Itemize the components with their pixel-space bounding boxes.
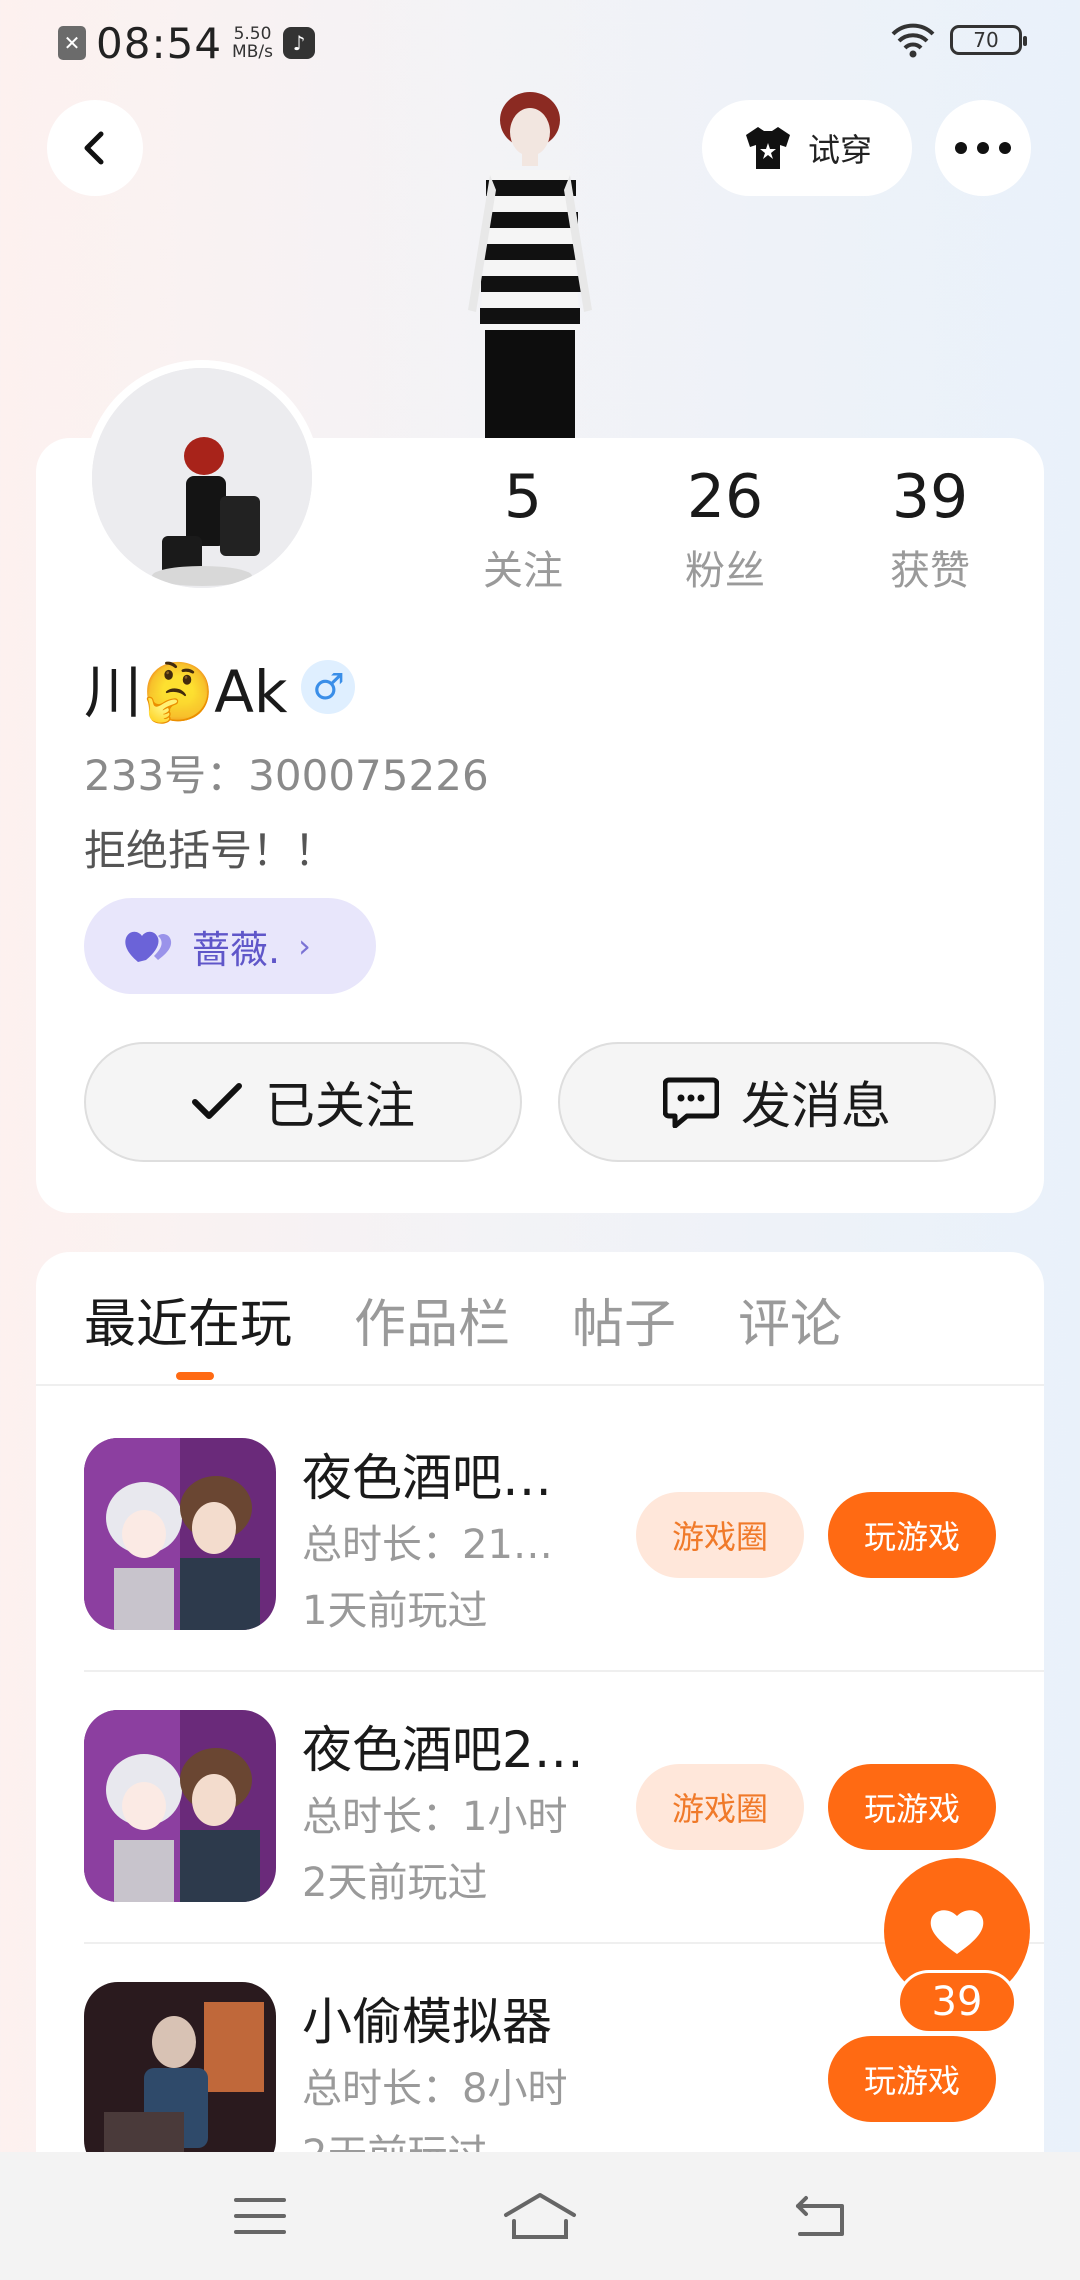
menu-icon[interactable] [220,2186,300,2246]
tab-posts[interactable]: 帖子 [572,1282,676,1357]
username-row: 川🤔Ak ♂ [84,645,356,729]
game-row[interactable]: 夜色酒吧… 总时长：21… 1天前玩过 游戏圈 玩游戏 [84,1438,1044,1634]
game-duration: 总时长：21… [302,1522,553,1568]
tab-works[interactable]: 作品栏 [354,1282,510,1357]
play-game-button[interactable]: 玩游戏 [828,1492,996,1578]
user-bio: 拒绝括号！！ [84,826,337,875]
chevron-left-icon [84,131,104,165]
send-message-button[interactable]: 发消息 [558,1042,996,1162]
tab-divider [36,1384,1044,1386]
game-icon-night-bar-2[interactable] [84,1710,276,1902]
stat-following-value: 5 [503,462,543,532]
back-button[interactable] [47,100,143,196]
row-divider [84,1670,1044,1672]
battery-level: 70 [973,28,999,52]
heart-icon [930,1910,984,1954]
avatar[interactable] [84,360,320,596]
male-gender-icon: ♂ [301,660,356,714]
like-count-badge: 39 [897,1970,1017,2034]
active-tab-indicator [176,1372,214,1380]
game-icon-night-bar[interactable] [84,1438,276,1630]
stat-fans-label: 粉丝 [685,548,765,594]
play-game-button[interactable]: 玩游戏 [828,2036,996,2122]
stat-fans-value: 26 [686,462,764,532]
game-duration: 总时长：1小时 [302,1794,568,1840]
game-title: 小偷模拟器 [302,1993,552,2051]
tab-comments[interactable]: 评论 [738,1282,842,1357]
game-last-played: 2天前玩过 [302,1860,488,1906]
tiktok-icon: ♪ [282,27,315,59]
system-nav-bar [0,2152,1080,2280]
avatar-character-illustration [430,80,630,440]
status-left: ✕ 08:54 5.50 MB/s ♪ [58,18,315,68]
network-speed-value: 5.50 [233,24,272,44]
send-message-label: 发消息 [741,1077,891,1135]
network-speed: 5.50 MB/s [232,25,273,61]
game-title: 夜色酒吧2… [302,1721,584,1779]
game-circle-button[interactable]: 游戏圈 [636,1764,804,1850]
username: 川🤔Ak [84,658,288,726]
network-speed-unit: MB/s [232,42,273,62]
back-nav-icon[interactable] [780,2186,860,2246]
game-row[interactable]: 夜色酒吧2… 总时长：1小时 2天前玩过 游戏圈 玩游戏 [84,1710,1044,1906]
user-id: 233号：300075226 [84,751,489,800]
tshirt-icon [745,127,790,169]
stat-following[interactable]: 5 关注 [443,462,603,596]
play-game-button[interactable]: 玩游戏 [828,1764,996,1850]
stat-fans[interactable]: 26 粉丝 [645,462,805,596]
partner-name: 蔷薇. [192,927,281,972]
more-options-button[interactable] [935,100,1031,196]
chat-bubble-icon [663,1077,719,1128]
status-bar: ✕ 08:54 5.50 MB/s ♪ 70 [0,0,1080,90]
more-dots-icon [955,142,1011,154]
tab-recently-playing[interactable]: 最近在玩 [84,1282,292,1357]
battery-icon: 70 [950,25,1027,55]
try-on-button[interactable]: 试穿 [702,100,912,196]
checkmark-icon [192,1083,242,1119]
game-title: 夜色酒吧… [302,1449,552,1507]
followed-button[interactable]: 已关注 [84,1042,522,1162]
wifi-icon [891,23,935,58]
notification-icon: ✕ [58,26,86,60]
stat-following-label: 关注 [483,548,563,594]
profile-tabs: 最近在玩 作品栏 帖子 评论 [84,1282,842,1357]
heart-pair-icon [125,931,172,962]
home-icon[interactable] [500,2186,580,2246]
stat-likes-value: 39 [891,462,969,532]
partner-badge-button[interactable]: 蔷薇. › [84,898,376,994]
game-icon-thief-simulator[interactable] [84,1982,276,2174]
game-duration: 总时长：8小时 [302,2066,568,2112]
avatar-image [92,368,312,588]
status-right: 70 [890,22,1027,58]
status-time: 08:54 [96,18,223,68]
stat-likes[interactable]: 39 获赞 [850,462,1010,596]
stat-likes-label: 获赞 [890,548,970,594]
game-last-played: 1天前玩过 [302,1588,488,1634]
chevron-right-icon: › [298,927,311,965]
game-circle-button[interactable]: 游戏圈 [636,1492,804,1578]
try-on-label: 试穿 [807,131,872,169]
followed-label: 已关注 [265,1077,415,1135]
